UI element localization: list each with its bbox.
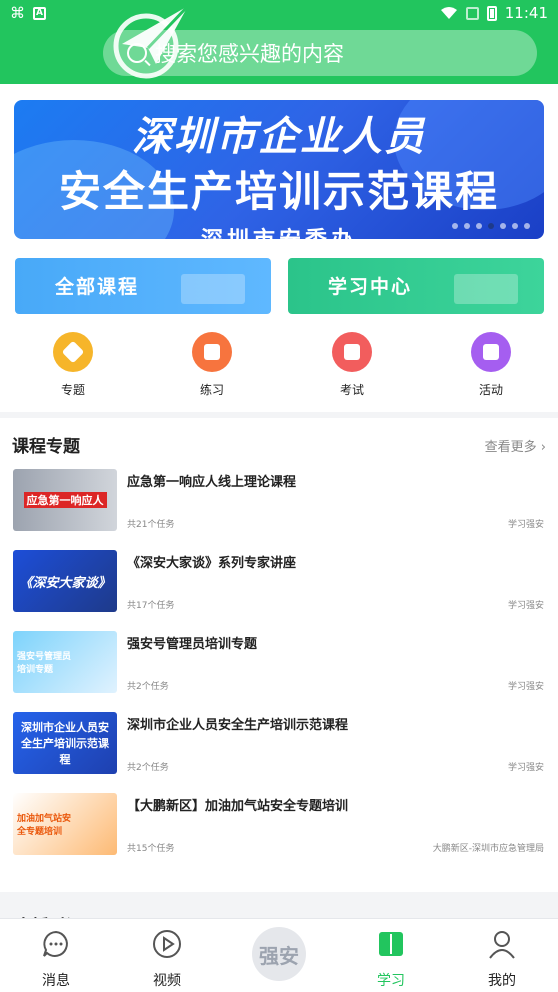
tab-label: 视频 [153,973,181,989]
quick-link-label: 活动 [478,383,503,397]
course-source: 大鹏新区-深圳市应急管理局 [432,844,544,854]
carousel-dot[interactable] [452,223,458,229]
course-thumbnail: 强安号管理员培训专题 [13,631,117,693]
bottom-tab-bar: 消息 视频 强安 学习 我的 [0,918,558,992]
course-item[interactable]: 深圳市企业人员安全生产培训示范课程 深圳市企业人员安全生产培训示范课程 共2个任… [0,712,558,774]
banner-carousel[interactable]: 深圳市企业人员 安全生产培训示范课程 深圳市安委办 [14,100,544,239]
tab-label: 消息 [42,973,70,989]
see-more-link[interactable]: 查看更多 › [485,436,546,455]
home-top-section: 深圳市企业人员 安全生产培训示范课程 深圳市安委办 全部课程 学习中心 专题 练… [0,84,558,412]
app-notification-icon: A [33,6,46,20]
course-task-count: 共15个任务 [127,844,175,854]
search-bar[interactable]: 搜索您感兴趣的内容 [103,30,537,76]
message-icon [43,930,68,957]
banner-title-line2: 安全生产培训示范课程 [58,167,499,216]
practice-icon [192,332,232,372]
carousel-dot[interactable] [524,223,530,229]
search-icon [127,43,147,63]
quick-link-practice[interactable]: 练习 [172,332,252,398]
quick-link-activity[interactable]: 活动 [451,332,531,398]
see-more-label: 查看更多 [484,440,537,455]
course-item[interactable]: 应急第一响应人 应急第一响应人线上理论课程 共21个任务 学习强安 [0,469,558,531]
tab-messages[interactable]: 消息 [16,929,96,990]
carousel-dot[interactable] [476,223,482,229]
tab-video[interactable]: 视频 [127,929,207,990]
course-task-count: 共2个任务 [127,682,169,692]
course-item[interactable]: 加油加气站安全专题培训 【大鹏新区】加油加气站安全专题培训 共15个任务 大鹏新… [0,793,558,855]
tab-profile[interactable]: 我的 [462,929,542,990]
card-decoration [454,274,518,304]
video-icon [153,930,181,958]
course-thumbnail: 加油加气站安全专题培训 [13,793,117,855]
profile-icon [489,931,515,959]
course-source: 学习强安 [507,763,544,773]
carousel-dot[interactable] [512,223,518,229]
study-icon [379,932,403,956]
no-sim-icon [465,6,479,20]
course-thumbnail: 《深安大家谈》 [13,550,117,612]
all-courses-card[interactable]: 全部课程 [15,258,271,314]
course-source: 学习强安 [507,601,544,611]
carousel-dot[interactable] [464,223,470,229]
carousel-dot[interactable] [488,223,494,229]
search-placeholder: 搜索您感兴趣的内容 [155,42,344,66]
quick-links: 专题 练习 考试 活动 [0,332,558,402]
tab-label: 我的 [488,973,516,989]
course-title: 应急第一响应人线上理论课程 [127,475,297,490]
course-task-count: 共21个任务 [127,520,175,530]
battery-icon [486,5,497,21]
quick-link-topic[interactable]: 专题 [33,332,113,398]
thumbnail-text: 《深安大家谈》 [19,575,111,591]
center-logo-button[interactable]: 强安 [252,927,306,981]
wifi-icon [440,7,457,19]
activity-icon [471,332,511,372]
course-item[interactable]: 强安号管理员培训专题 强安号管理员培训专题 共2个任务 学习强安 [0,631,558,693]
section-title: 课程专题 [12,437,80,457]
all-courses-label: 全部课程 [55,276,140,298]
quick-link-label: 专题 [60,383,85,397]
course-thumbnail: 应急第一响应人 [13,469,117,531]
notification-icon: ⌘ [10,4,25,22]
clock: 11:41 [504,4,548,22]
course-source: 学习强安 [507,520,544,530]
topic-icon [53,332,93,372]
quick-link-label: 考试 [339,383,364,397]
thumbnail-text: 加油加气站安全专题培训 [17,814,72,837]
quick-link-label: 练习 [199,383,224,397]
center-logo-label: 强安 [259,943,299,968]
course-title: 强安号管理员培训专题 [127,637,258,652]
study-center-card[interactable]: 学习中心 [288,258,544,314]
course-topics-section: 课程专题 查看更多 › 应急第一响应人 应急第一响应人线上理论课程 共21个任务… [0,418,558,892]
carousel-indicator [452,223,530,229]
card-decoration [181,274,245,304]
course-source: 学习强安 [507,682,544,692]
thumbnail-text: 应急第一响应人 [23,492,107,508]
course-title: 《深安大家谈》系列专家讲座 [127,556,297,571]
carousel-dot[interactable] [500,223,506,229]
course-title: 深圳市企业人员安全生产培训示范课程 [127,718,349,733]
status-bar: ⌘ A 11:41 [0,0,558,26]
course-item[interactable]: 《深安大家谈》 《深安大家谈》系列专家讲座 共17个任务 学习强安 [0,550,558,612]
tab-label: 学习 [377,973,405,989]
chevron-right-icon: › [540,440,546,455]
course-title: 【大鹏新区】加油加气站安全专题培训 [127,799,349,814]
course-task-count: 共17个任务 [127,601,175,611]
quick-link-exam[interactable]: 考试 [312,332,392,398]
tab-study[interactable]: 学习 [351,929,431,990]
thumbnail-text: 强安号管理员培训专题 [17,652,72,675]
exam-icon [332,332,372,372]
thumbnail-text: 深圳市企业人员安全生产培训示范课程 [21,721,109,766]
banner-title-line1: 深圳市企业人员 [132,114,426,160]
study-center-label: 学习中心 [328,276,413,298]
course-thumbnail: 深圳市企业人员安全生产培训示范课程 [13,712,117,774]
course-task-count: 共2个任务 [127,763,169,773]
